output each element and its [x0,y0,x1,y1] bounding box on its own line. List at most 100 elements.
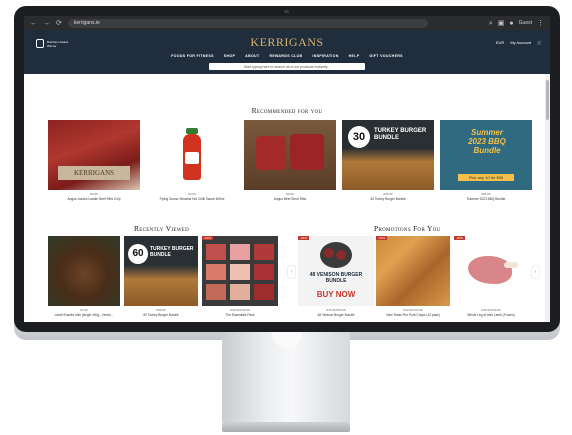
sale-badge: -15% [376,236,388,240]
nav-gift-vouchers[interactable]: GIFT VOUCHERS [369,54,402,58]
product-price: €75.00 €59.99 [326,308,346,312]
meat-tray [230,284,250,300]
product-image[interactable] [48,236,120,306]
promotions-title: Promotions For You [374,224,441,233]
product-card[interactable]: -20% €49.99 €39.99 Whole Leg of Irish La… [454,236,528,320]
kerrigans-board: KERRIGANS [58,166,130,180]
cart-icon[interactable]: 🛒 [537,40,542,45]
nav-rewards-club[interactable]: REWARDS CLUB [269,54,302,58]
product-card[interactable]: 30 TURKEY BURGER BUNDLE €35.00 30 Turkey… [342,120,434,201]
product-title[interactable]: Angus Beef Short Ribs [244,197,336,201]
bundle-label: TURKEY BURGER BUNDLE [374,128,427,141]
product-price: €7.99 [80,308,88,312]
search-placeholder: Start typing here to search all of our p… [243,64,331,69]
product-price: €49.99 €45.00 [230,308,250,312]
meat-tray [206,244,226,260]
sale-badge: -10% [202,236,214,240]
url-text: kerrigans.ie [73,20,100,26]
product-image[interactable]: 60 TURKEY BURGER BUNDLE [124,236,198,306]
screen: ← → ⟳ kerrigans.ie ⌕ ▣ ● Guest ⋮ Butcher… [24,16,550,322]
recently-viewed-title: Recently Viewed [134,224,190,233]
product-title[interactable]: The Essentials Pack [202,313,278,317]
stage: ← → ⟳ kerrigans.ie ⌕ ▣ ● Guest ⋮ Butcher… [0,0,572,435]
bundle-label: 48 VENISON BURGER BUNDLE [309,272,363,284]
carousel-prev-button[interactable]: ‹ [288,266,295,278]
menu-icon[interactable]: ⋮ [537,20,544,27]
account-link[interactable]: My Account [510,40,531,45]
product-price: €19.99 €16.99 [403,308,423,312]
bundle-offer: Pick any 10 for €55 [458,174,514,181]
product-title[interactable]: Flying Goose Sriracha Hot Chilli Sauce 4… [146,197,238,201]
product-title[interactable]: Whole Leg of Irish Lamb (Frozen) [454,313,528,317]
back-icon[interactable]: ← [30,20,37,27]
product-title[interactable]: 30 Turkey Burger Bundle [342,197,434,201]
search-icon[interactable]: ⌕ [489,20,493,27]
meat-piece [290,134,324,170]
product-card[interactable]: Summer 2023 BBQ Bundle Pick any 10 for €… [440,120,532,201]
product-title[interactable]: New Texas Fire Pork Chops (12 pack) [376,313,450,317]
sale-badge: -20% [454,236,466,240]
product-image[interactable]: 30 TURKEY BURGER BUNDLE [342,120,434,190]
bundle-label: TURKEY BURGER BUNDLE [150,246,194,258]
currency-selector[interactable]: EUR [496,40,504,45]
product-price: €4.99 [188,192,196,196]
product-image[interactable] [244,120,336,190]
product-price: €9.99 [90,192,98,196]
product-title[interactable]: Angus Jacobs Ladder Beef Ribs Chip [48,197,140,201]
scrollbar-thumb[interactable] [546,80,549,120]
page-scrollbar[interactable] [545,74,550,322]
product-image[interactable]: 48 VENISON BURGER BUNDLE BUY NOW [298,236,374,306]
lamb-bone [504,262,518,268]
sidebar-icon[interactable]: ▣ [498,20,505,27]
product-card[interactable]: €9.99 Angus Beef Short Ribs [244,120,336,201]
product-title[interactable]: 48 Venison Burger Bundle [298,313,374,317]
product-image[interactable]: KERRIGANS [48,120,140,190]
product-title[interactable]: Lamb Shanks Irish (single 400g - 2ench..… [48,313,120,317]
nav-foods-for-fitness[interactable]: FOODS FOR FITNESS [171,54,214,58]
profile-label[interactable]: Guest [519,20,532,26]
product-image[interactable] [146,120,238,190]
forward-icon[interactable]: → [43,20,50,27]
nav-shop[interactable]: SHOP [224,54,235,58]
site-logo[interactable]: KERRIGANS [24,35,550,50]
bottle-label [185,152,199,164]
product-card[interactable]: €4.99 Flying Goose Sriracha Hot Chilli S… [146,120,238,201]
burger-patty [324,248,334,258]
buy-now-text: BUY NOW [316,290,356,299]
site-header: Butchers Award Winner KERRIGANS EUR My A… [24,30,550,74]
camera [284,10,289,13]
product-card[interactable]: 60 TURKEY BURGER BUNDLE €59.99 60 Turkey… [124,236,198,320]
product-card[interactable]: 48 VENISON BURGER BUNDLE BUY NOW -20% €7… [298,236,374,320]
product-image[interactable]: Summer 2023 BBQ Bundle Pick any 10 for €… [440,120,532,190]
browser-actions: ⌕ ▣ ● Guest ⋮ [489,20,544,27]
product-image[interactable] [202,236,278,306]
product-price: €35.00 [383,192,393,196]
carousel-next-button[interactable]: › [532,266,539,278]
nav-about[interactable]: ABOUT [245,54,259,58]
product-card[interactable]: -10% €49.99 €45.00 The Essentials Pack [202,236,278,320]
nav-help[interactable]: HELP [349,54,360,58]
product-price: €9.99 [286,192,294,196]
product-image[interactable] [454,236,528,306]
product-price: €49.99 €39.99 [481,308,501,312]
meat-piece [256,136,286,170]
browser-toolbar: ← → ⟳ kerrigans.ie ⌕ ▣ ● Guest ⋮ [24,16,550,30]
profile-icon[interactable]: ● [509,20,513,27]
address-bar[interactable]: kerrigans.ie [67,18,428,28]
reload-icon[interactable]: ⟳ [56,20,62,27]
meat-tray [254,284,274,300]
product-image[interactable] [376,236,450,306]
meat-tray [206,264,226,280]
product-card[interactable]: KERRIGANS €9.99 Angus Jacobs Ladder Beef… [48,120,140,201]
product-title[interactable]: 60 Turkey Burger Bundle [124,313,198,317]
sale-badge: -20% [298,236,310,240]
product-price: €59.99 [156,308,166,312]
search-input[interactable]: Start typing here to search all of our p… [209,63,365,70]
header-actions: EUR My Account 🛒 [496,40,542,45]
monitor-base [222,422,350,432]
product-title[interactable]: Summer 2023 BBQ Bundle [440,197,532,201]
nav-inspiration[interactable]: INSPIRATION [312,54,338,58]
product-price: €55.00 [481,192,491,196]
product-card[interactable]: €7.99 Lamb Shanks Irish (single 400g - 2… [48,236,120,320]
product-card[interactable]: -15% €19.99 €16.99 New Texas Fire Pork C… [376,236,450,320]
